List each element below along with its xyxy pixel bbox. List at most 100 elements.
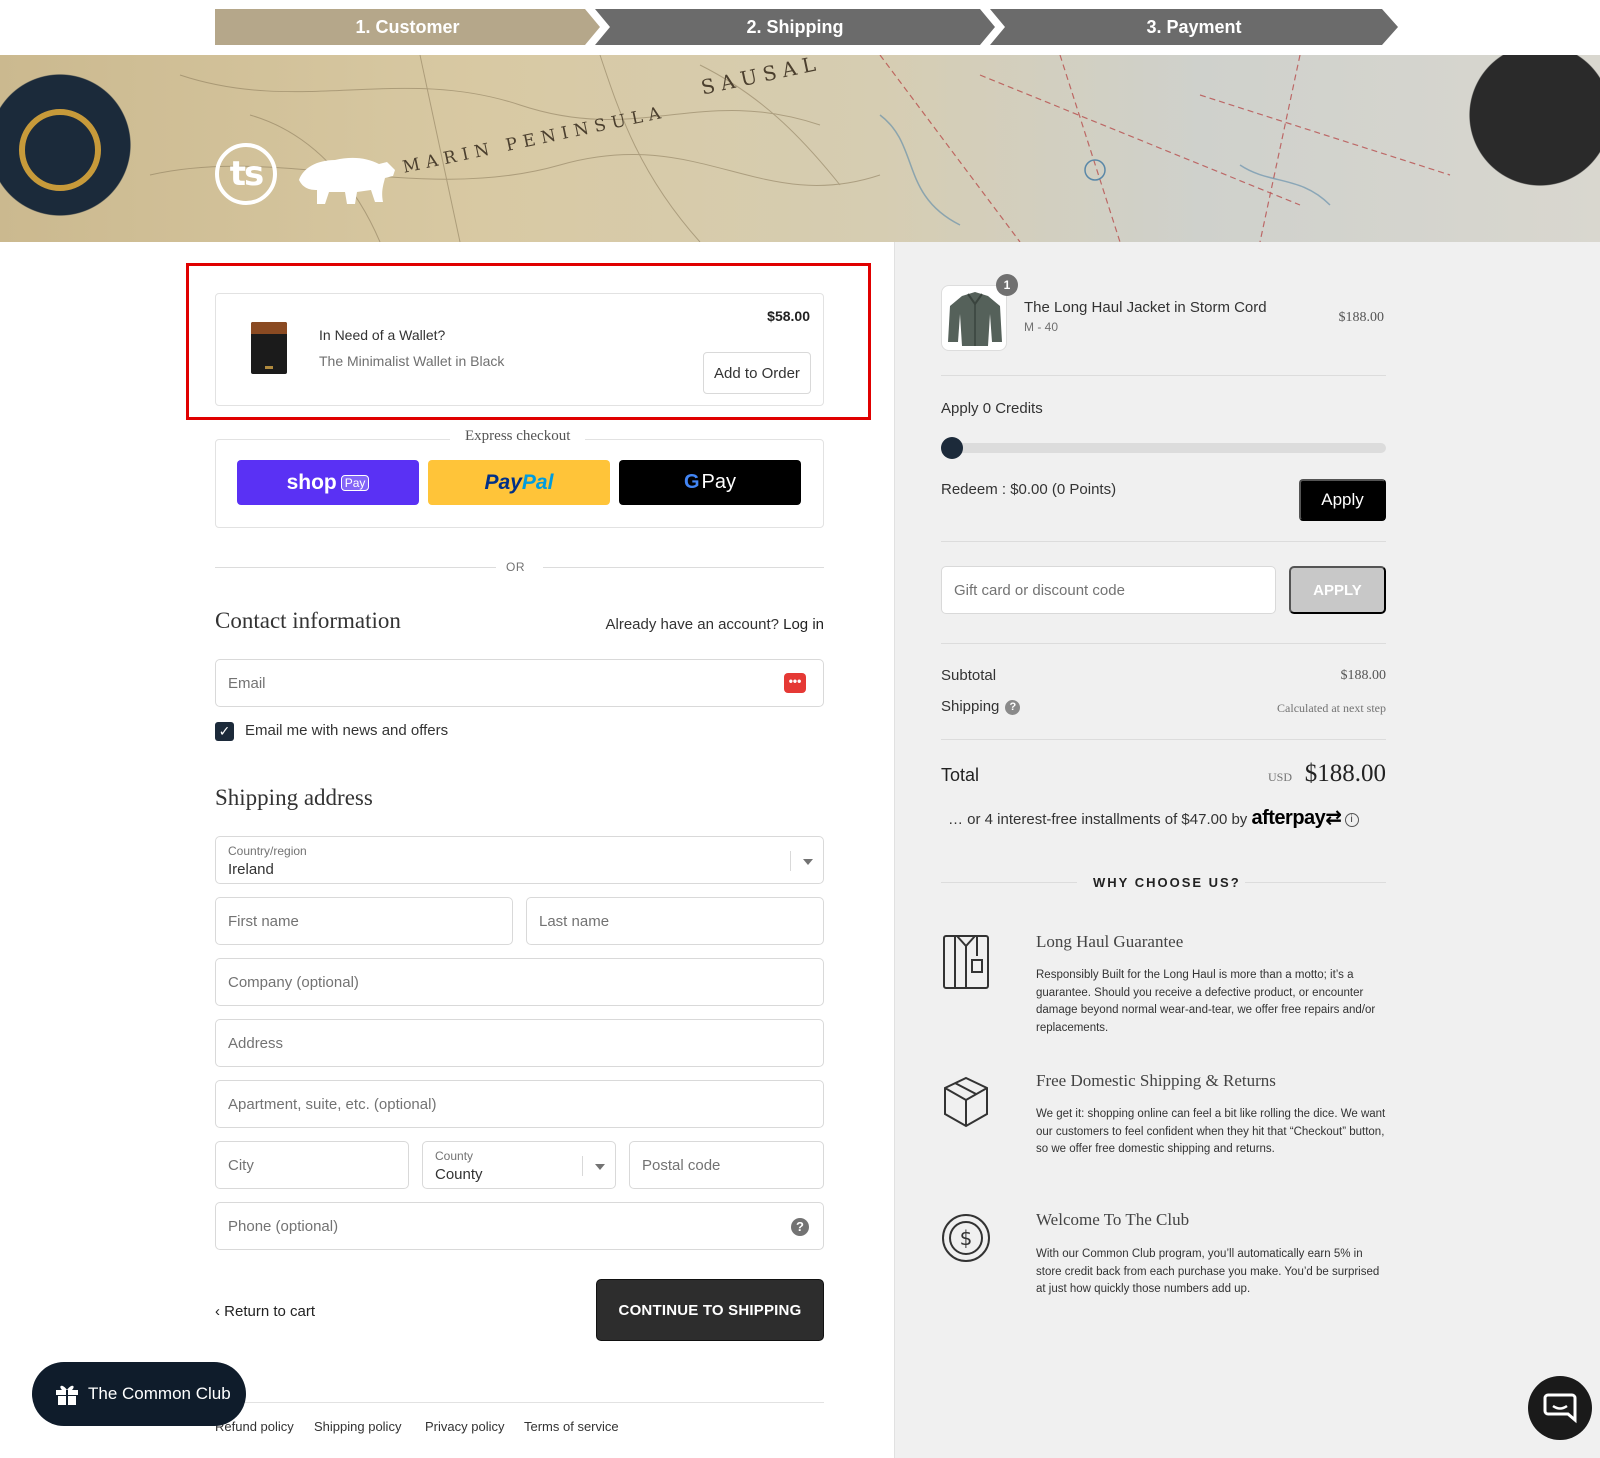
address-field[interactable]: Address bbox=[215, 1019, 824, 1067]
phone-placeholder: Phone (optional) bbox=[228, 1218, 339, 1235]
apartment-field[interactable]: Apartment, suite, etc. (optional) bbox=[215, 1080, 824, 1128]
return-to-cart-link[interactable]: ‹ Return to cart bbox=[215, 1303, 315, 1320]
google-pay-button[interactable]: G Pay bbox=[619, 460, 801, 505]
footer-divider bbox=[215, 1402, 824, 1403]
country-label: Country/region bbox=[228, 844, 307, 858]
subtotal-value: $188.00 bbox=[1340, 668, 1387, 683]
step-shipping: 2. Shipping bbox=[595, 9, 995, 45]
express-checkout-label: Express checkout bbox=[450, 428, 586, 445]
apartment-placeholder: Apartment, suite, etc. (optional) bbox=[228, 1096, 437, 1113]
afterpay-message: … or 4 interest-free installments of $47… bbox=[948, 805, 1359, 830]
divider-right bbox=[543, 567, 824, 568]
apply-credits-button[interactable]: Apply bbox=[1299, 479, 1386, 521]
box-icon bbox=[944, 1076, 988, 1128]
step-label: 1. Customer bbox=[355, 16, 460, 37]
shop-pay-text: shop bbox=[286, 470, 337, 494]
postal-code-field[interactable]: Postal code bbox=[629, 1141, 824, 1189]
ts-logo-icon[interactable]: ts bbox=[215, 143, 277, 205]
paypal-button[interactable]: Pay Pal bbox=[428, 460, 610, 505]
credits-label: Apply 0 Credits bbox=[941, 400, 1043, 417]
privacy-policy-link[interactable]: Privacy policy bbox=[425, 1419, 504, 1434]
total-label: Total bbox=[941, 765, 980, 785]
why-choose-title: WHY CHOOSE US? bbox=[1093, 875, 1241, 890]
phone-field[interactable]: Phone (optional) ? bbox=[215, 1202, 824, 1250]
chevron-down-icon bbox=[803, 859, 813, 865]
first-name-field[interactable]: First name bbox=[215, 897, 513, 945]
hero-banner: MARIN PENINSULA SAUSAL ts bbox=[0, 55, 1600, 242]
total-currency: USD bbox=[1268, 770, 1293, 784]
help-icon[interactable]: ? bbox=[1005, 699, 1021, 715]
credits-slider-handle[interactable] bbox=[941, 437, 963, 459]
gift-icon bbox=[56, 1385, 78, 1405]
terms-of-service-link[interactable]: Terms of service bbox=[524, 1419, 619, 1434]
checkout-steps: 1. Customer 2. Shipping 3. Payment bbox=[215, 9, 1398, 45]
postal-code-placeholder: Postal code bbox=[642, 1157, 721, 1174]
shipping-address-title: Shipping address bbox=[215, 785, 373, 810]
country-select[interactable]: Country/region Ireland bbox=[215, 836, 824, 884]
password-manager-icon[interactable]: ••• bbox=[784, 673, 806, 693]
step-customer[interactable]: 1. Customer bbox=[215, 9, 600, 45]
continue-to-shipping-button[interactable]: CONTINUE TO SHIPPING bbox=[596, 1279, 824, 1341]
city-field[interactable]: City bbox=[215, 1141, 409, 1189]
bear-icon bbox=[299, 157, 395, 204]
redeem-text: Redeem : $0.00 (0 Points) bbox=[941, 481, 1117, 498]
country-value: Ireland bbox=[228, 861, 274, 878]
discount-code-input[interactable]: Gift card or discount code bbox=[941, 566, 1276, 614]
add-to-order-button[interactable]: Add to Order bbox=[703, 352, 811, 394]
info-icon[interactable]: i bbox=[1344, 813, 1359, 828]
account-prompt: Already have an account? Log in bbox=[606, 616, 825, 633]
credits-slider-track[interactable] bbox=[941, 443, 1386, 453]
shop-pay-tag: Pay bbox=[340, 474, 370, 491]
county-label: County bbox=[435, 1149, 474, 1163]
city-placeholder: City bbox=[228, 1157, 254, 1174]
feature-description: Responsibly Built for the Long Haul is m… bbox=[1036, 969, 1376, 1034]
feature-description: We get it: shopping online can feel a bi… bbox=[1036, 1108, 1386, 1155]
email-field[interactable]: Email ••• bbox=[215, 659, 824, 707]
common-club-button[interactable]: The Common Club bbox=[32, 1362, 246, 1426]
select-separator bbox=[582, 1156, 583, 1176]
summary-divider bbox=[941, 643, 1386, 644]
svg-text:$: $ bbox=[960, 1226, 973, 1250]
login-link[interactable]: Log in bbox=[783, 616, 824, 633]
summary-divider bbox=[941, 739, 1386, 740]
item-price: $188.00 bbox=[1338, 310, 1385, 325]
county-select[interactable]: County County bbox=[422, 1141, 616, 1189]
divider-left bbox=[215, 567, 496, 568]
company-field[interactable]: Company (optional) bbox=[215, 958, 824, 1006]
first-name-placeholder: First name bbox=[228, 913, 299, 930]
newsletter-checkbox[interactable]: ✓ bbox=[215, 722, 234, 741]
paypal-text-pay: Pay bbox=[484, 470, 522, 494]
select-separator bbox=[790, 851, 791, 871]
why-divider-right bbox=[1245, 882, 1386, 883]
chat-button[interactable] bbox=[1528, 1376, 1592, 1440]
upsell-title: In Need of a Wallet? bbox=[319, 327, 446, 343]
apply-discount-button[interactable]: APPLY bbox=[1289, 566, 1386, 614]
total-value: $188.00 bbox=[1304, 760, 1386, 787]
newsletter-label: Email me with news and offers bbox=[245, 722, 449, 739]
chat-icon bbox=[1543, 1393, 1577, 1424]
contact-info-title: Contact information bbox=[215, 608, 401, 633]
last-name-field[interactable]: Last name bbox=[526, 897, 824, 945]
shipping-row-label: Shipping? bbox=[941, 698, 1021, 715]
afterpay-arrow-icon: ⇄ bbox=[1325, 807, 1342, 829]
logo-text: ts bbox=[229, 154, 264, 194]
subtotal-label: Subtotal bbox=[941, 667, 997, 684]
email-placeholder: Email bbox=[228, 675, 266, 692]
afterpay-logo: afterpay bbox=[1251, 807, 1326, 829]
feature-title: Long Haul Guarantee bbox=[1036, 932, 1184, 951]
step-payment: 3. Payment bbox=[990, 9, 1398, 45]
help-icon[interactable]: ? bbox=[791, 1218, 809, 1236]
upsell-card: In Need of a Wallet? The Minimalist Wall… bbox=[215, 293, 824, 406]
gpay-text: Pay bbox=[701, 471, 737, 493]
upsell-price: $58.00 bbox=[767, 308, 810, 324]
summary-divider bbox=[941, 375, 1386, 376]
item-variant: M - 40 bbox=[1024, 320, 1059, 334]
account-prompt-text: Already have an account? bbox=[605, 616, 779, 633]
shop-pay-button[interactable]: shop Pay bbox=[237, 460, 419, 505]
last-name-placeholder: Last name bbox=[539, 913, 610, 930]
shipping-policy-link[interactable]: Shipping policy bbox=[314, 1419, 401, 1434]
county-value: County bbox=[435, 1166, 483, 1183]
step-label: 2. Shipping bbox=[746, 16, 844, 37]
coin-icon: $ bbox=[942, 1214, 990, 1262]
shipping-value: Calculated at next step bbox=[1277, 701, 1386, 715]
